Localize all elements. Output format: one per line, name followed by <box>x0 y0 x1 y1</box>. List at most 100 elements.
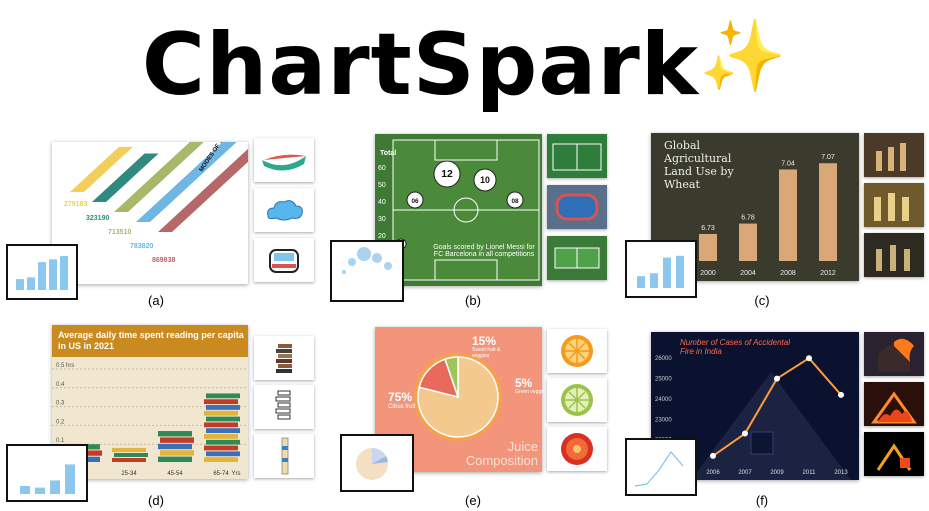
chart-c-value-label: 7.04 <box>781 160 795 167</box>
chart-e-label-75: 75% <box>388 390 413 404</box>
tomato-slice-icon <box>561 433 593 465</box>
chart-d-title: Average daily time spent reading per cap… <box>58 330 244 351</box>
chart-d-bar <box>204 434 238 439</box>
chart-d-bar <box>206 405 240 410</box>
chart-c-xtick: 2008 <box>780 270 796 277</box>
chart-d-xtick: 45-54 <box>167 471 183 477</box>
caption-d: (d) <box>148 493 164 508</box>
caption-e: (e) <box>465 493 481 508</box>
title-text: ChartSpark <box>141 15 699 115</box>
chart-f-point <box>806 355 812 362</box>
thumb-c-2[interactable] <box>864 183 924 227</box>
sparkles-icon: ✨ <box>698 15 788 97</box>
chart-b-ytick: 40 <box>378 199 386 206</box>
thumb-e-1[interactable] <box>547 329 607 373</box>
soccer-field-icon <box>547 134 607 178</box>
chart-a-main: 279183323190713510783820869838MODES OF T… <box>52 142 248 284</box>
chart-f-xtick: 2006 <box>706 470 720 476</box>
chart-d-bar <box>206 393 240 399</box>
mini-a-bar <box>60 256 68 290</box>
thumb-e-2[interactable] <box>547 378 607 422</box>
chart-b-ytick: 60 <box>378 165 386 172</box>
chart-c-value-label: 7.07 <box>821 154 835 161</box>
chart-a-value-label: 869838 <box>152 257 175 264</box>
chart-b-ytick: 30 <box>378 216 386 223</box>
thumb-d-3[interactable] <box>254 434 314 478</box>
car-icon <box>269 249 299 273</box>
mini-d-bar <box>20 486 30 494</box>
chart-b-ytick: 20 <box>378 233 386 240</box>
chart-e-mini-svg <box>356 447 388 480</box>
chart-d-bar <box>206 439 240 445</box>
chart-d-bar <box>160 437 194 443</box>
mini-a-bar <box>16 279 24 290</box>
chart-d-bar <box>206 416 240 422</box>
chart-d-ytick: 0.3 <box>56 401 65 407</box>
book-stack-icon <box>281 437 289 475</box>
chart-b-mini <box>330 240 404 302</box>
chart-d-bar <box>204 410 238 416</box>
thumb-d-1[interactable] <box>254 336 314 380</box>
chart-d-bar <box>206 451 240 457</box>
mini-a-bar <box>49 259 57 290</box>
thumb-b-2[interactable] <box>547 185 607 229</box>
chart-d-xtick: 65-74 <box>213 471 229 477</box>
thumb-f-1[interactable] <box>864 332 924 376</box>
caption-c: (c) <box>754 293 770 308</box>
thumb-c-3[interactable] <box>864 233 924 277</box>
chart-a-svg: 279183323190713510783820869838MODES OF T… <box>64 142 248 264</box>
caption-a: (a) <box>148 293 164 308</box>
chart-e-cat-citrus: Citrus fruit <box>388 404 416 410</box>
chart-f-point <box>710 452 716 459</box>
chart-d-bar <box>112 457 146 462</box>
thumb-b-1[interactable] <box>547 134 607 178</box>
chart-c-title: Global Agricultural Land Use by Wheat <box>664 139 734 191</box>
mini-a-bar <box>38 262 46 290</box>
chart-f-point <box>774 375 780 382</box>
thumb-c-1[interactable] <box>864 133 924 177</box>
chart-c-bar <box>779 169 797 261</box>
chart-f-mini-svg <box>634 451 684 487</box>
chart-e-label-15: 15% <box>472 334 497 348</box>
chart-f-ytick: 24000 <box>655 397 672 403</box>
mini-b-point <box>372 253 382 263</box>
chart-b-title: Goals scored by Lionel Messi for FC Barc… <box>433 244 535 258</box>
thumb-f-3[interactable] <box>864 432 924 476</box>
book-stack-icon <box>275 390 291 420</box>
mini-c-bar <box>650 273 658 288</box>
thumb-f-2[interactable] <box>864 382 924 426</box>
chart-e-mini <box>340 434 414 492</box>
chart-d-bar <box>204 422 238 428</box>
mini-b-point <box>342 270 346 274</box>
wheat-bars-icon <box>864 183 924 227</box>
book-stack-icon <box>276 344 292 373</box>
chart-d-bar <box>206 428 240 434</box>
chart-d-ytick: 0.2 <box>56 419 65 425</box>
mini-c-bar <box>676 255 684 288</box>
chart-e-cat-sweet: Sweet fruit & veggies <box>472 347 501 359</box>
chart-d-mini <box>6 444 88 502</box>
chart-f-xtick: 2011 <box>803 470 817 476</box>
thumb-a-1[interactable] <box>254 138 314 182</box>
fire-house-icon <box>864 432 924 476</box>
thumb-a-3[interactable] <box>254 238 314 282</box>
chart-d-bar <box>158 431 192 437</box>
thumb-d-2[interactable] <box>254 385 314 429</box>
chart-c-xtick: 2000 <box>700 270 716 277</box>
chart-d-ytick: 0.4 <box>56 382 65 388</box>
chart-e-title: Juice Composition <box>465 439 538 468</box>
football-field-icon <box>547 236 607 280</box>
chart-b-mini-svg <box>342 247 392 274</box>
thumb-e-3[interactable] <box>547 427 607 471</box>
boat-icon <box>262 154 306 171</box>
chart-f-xtick: 2007 <box>738 470 752 476</box>
chart-f-xtick: 2009 <box>770 470 784 476</box>
chart-c-bar <box>739 223 757 261</box>
chart-c-xtick: 2012 <box>820 270 836 277</box>
thumb-a-2[interactable] <box>254 188 314 232</box>
chart-f-ytick: 23000 <box>655 417 672 423</box>
mini-d-bar <box>35 487 45 494</box>
chart-f-ytick: 25000 <box>655 377 672 383</box>
stadium-icon <box>547 185 607 229</box>
thumb-b-3[interactable] <box>547 236 607 280</box>
